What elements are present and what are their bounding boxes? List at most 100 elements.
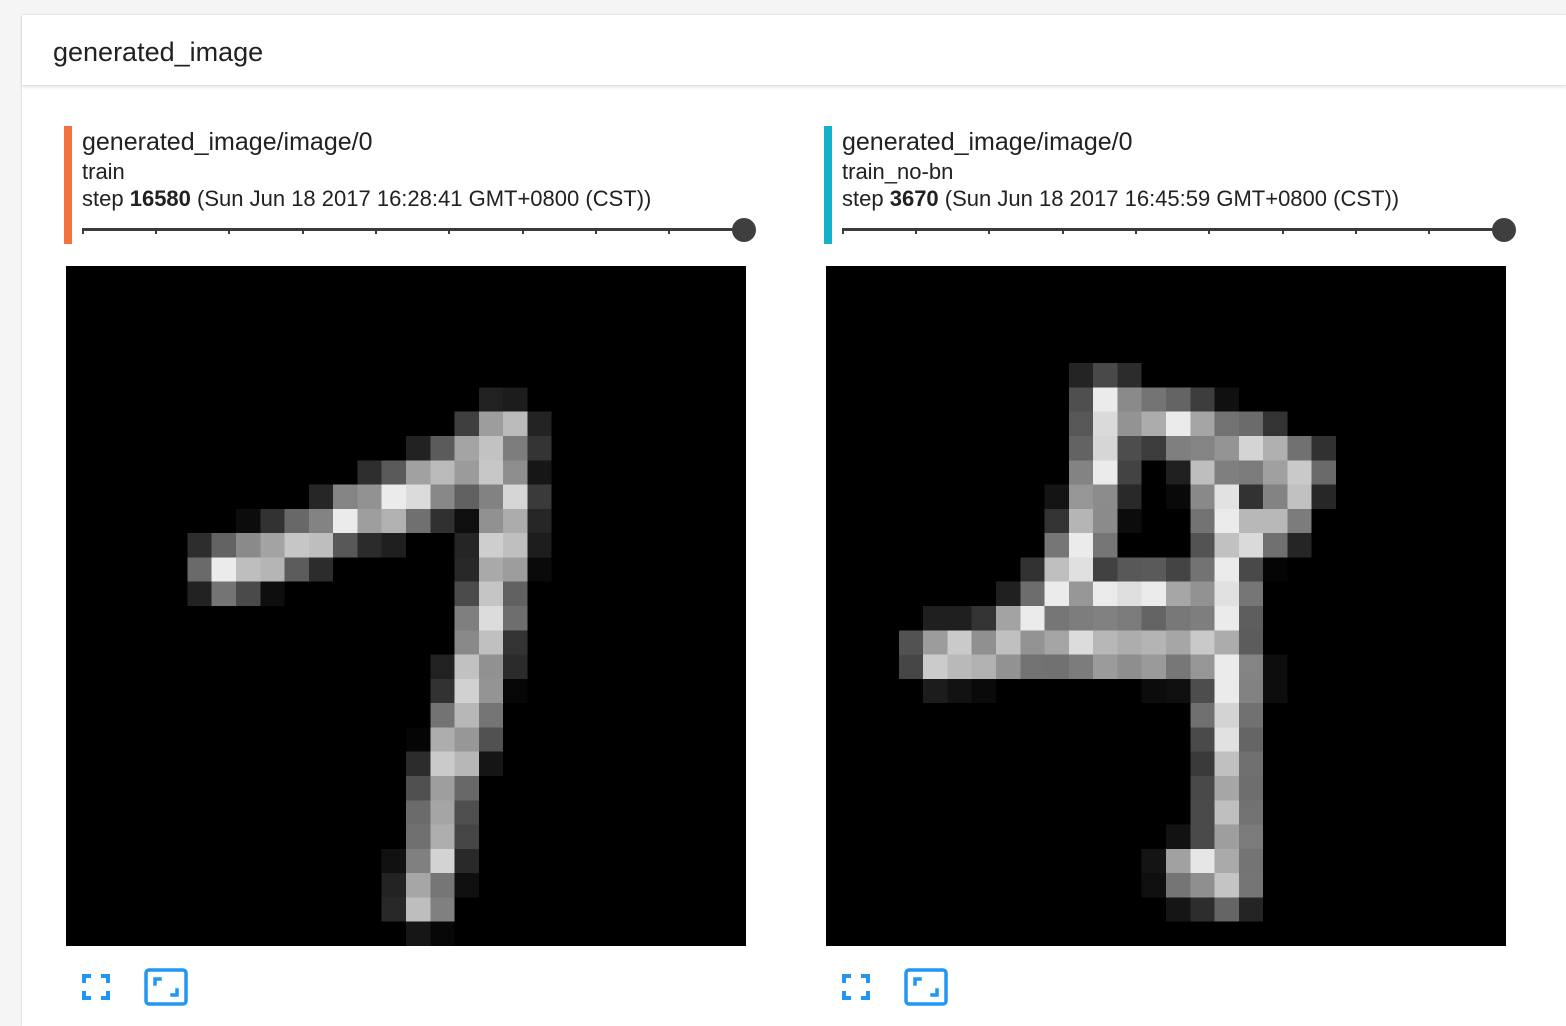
image-pixel: [1214, 606, 1239, 631]
image-pixel: [211, 533, 236, 558]
image-pixel: [406, 460, 431, 485]
image-pixel: [454, 460, 479, 485]
slider-knob[interactable]: [1492, 218, 1516, 242]
image-pixel: [1068, 363, 1094, 388]
image-pixel: [430, 484, 455, 509]
image-pixel: [478, 581, 504, 606]
image-pixel: [430, 800, 455, 825]
image-pixel: [430, 436, 455, 461]
image-pixel: [1214, 508, 1239, 534]
image-pixel: [1214, 848, 1239, 874]
step-slider[interactable]: [842, 218, 1518, 242]
image-pixel: [971, 630, 996, 655]
run-name: train: [82, 159, 125, 184]
image-pixel: [1214, 581, 1239, 606]
image-pixel: [1166, 387, 1191, 412]
image-pixel: [1214, 800, 1239, 825]
fit-to-screen-button[interactable]: [904, 968, 948, 1006]
image-pixel: [454, 533, 479, 558]
image-pixel: [923, 678, 948, 704]
slider-tick: [668, 228, 670, 234]
image-pixel: [1166, 873, 1191, 898]
image-pixel: [454, 484, 479, 509]
image-pixel: [1093, 363, 1118, 388]
image-pixel: [1311, 460, 1336, 485]
image-pixel: [1238, 606, 1264, 631]
image-pixel: [971, 654, 996, 679]
image-pixel: [1214, 436, 1239, 461]
image-pixel: [1141, 436, 1166, 461]
image-pixel: [1190, 606, 1215, 631]
step-info: step 3670 (Sun Jun 18 2017 16:45:59 GMT+…: [842, 185, 1399, 213]
step-slider[interactable]: [82, 218, 758, 242]
image-pixel: [1020, 630, 1045, 655]
image-pixel: [1093, 654, 1118, 679]
image-pixel: [260, 508, 285, 534]
fullscreen-button[interactable]: [836, 968, 880, 1006]
image-pixel: [187, 533, 212, 558]
image-pixel: [1166, 824, 1191, 849]
image-pixel: [1141, 630, 1166, 655]
image-pixel: [1044, 508, 1069, 534]
image-pixel: [1044, 557, 1069, 582]
image-pixel: [1287, 508, 1312, 534]
image-pixel: [406, 776, 431, 801]
slider-tick: [988, 228, 990, 234]
image-pixel: [1117, 363, 1142, 388]
image-pixel: [1190, 508, 1215, 534]
image-pixel: [430, 654, 455, 679]
image-pixel: [406, 727, 431, 752]
image-pixel: [406, 436, 431, 461]
image-pixel: [1287, 436, 1312, 461]
image-pixel: [503, 436, 528, 461]
slider-track[interactable]: [842, 228, 1502, 231]
image-pixel: [454, 411, 479, 436]
image-pixel: [357, 484, 382, 509]
image-pixel: [430, 727, 455, 752]
image-pixel: [430, 776, 455, 801]
image-pixel: [1093, 411, 1118, 436]
image-pixel: [236, 557, 261, 582]
image-pixel: [1166, 436, 1191, 461]
image-pixel: [1214, 776, 1239, 801]
fullscreen-button[interactable]: [76, 968, 120, 1006]
image-pixel: [454, 848, 479, 874]
image-pixel: [260, 581, 285, 606]
slider-track[interactable]: [82, 228, 742, 231]
image-pixel: [430, 460, 455, 485]
image-pixel: [1311, 436, 1336, 461]
image-pixel: [1190, 703, 1215, 728]
image-pixel: [1020, 581, 1045, 606]
step-timestamp: (Sun Jun 18 2017 16:28:41 GMT+0800 (CST)…: [197, 186, 652, 211]
image-pixel: [454, 557, 479, 582]
fit-to-screen-button[interactable]: [144, 968, 188, 1006]
slider-knob[interactable]: [732, 218, 756, 242]
image-pixel: [1166, 606, 1191, 631]
image-pixel: [1093, 630, 1118, 655]
image-pixel: [454, 824, 479, 849]
image-pixel: [898, 654, 924, 679]
image-pixel: [1020, 557, 1045, 582]
image-pixel: [430, 873, 455, 898]
slider-tick: [155, 228, 157, 234]
image-pixel: [1311, 484, 1336, 509]
image-pixel: [503, 557, 528, 582]
image-pixel: [1238, 776, 1264, 801]
slider-tick: [1282, 228, 1284, 234]
image-pixel: [381, 897, 406, 922]
step-label: step: [842, 186, 884, 211]
image-pixel: [923, 654, 948, 679]
image-pixel: [430, 824, 455, 849]
image-pixel: [357, 508, 382, 534]
image-pixel: [1117, 508, 1142, 534]
image-pixel: [454, 436, 479, 461]
image-pixel: [1287, 484, 1312, 509]
image-pixel: [1190, 654, 1215, 679]
image-pixel: [1117, 484, 1142, 509]
image-pixel: [454, 727, 479, 752]
image-pixel: [454, 703, 479, 728]
slider-tick: [302, 228, 304, 234]
slider-tick: [375, 228, 377, 234]
slider-tick: [595, 228, 597, 234]
image-pixel: [1141, 848, 1166, 874]
